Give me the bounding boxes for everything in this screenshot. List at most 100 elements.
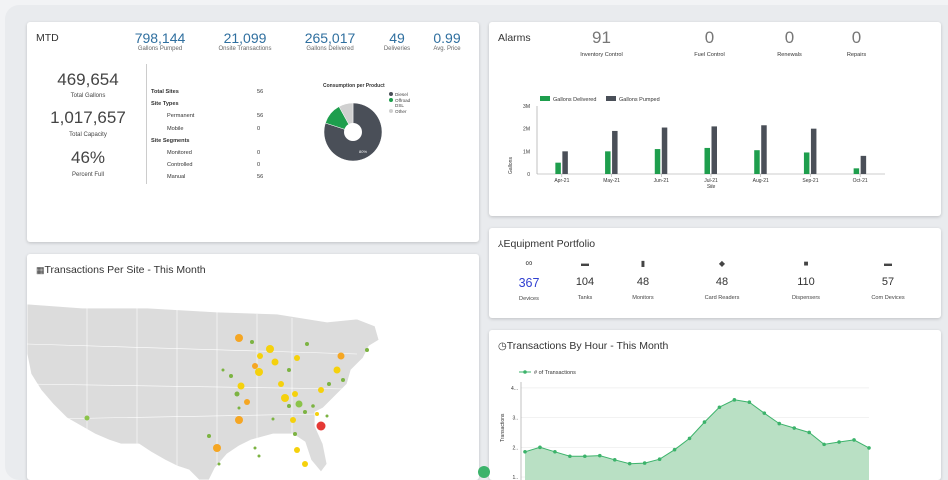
site-marker[interactable] bbox=[290, 417, 296, 423]
area-point[interactable] bbox=[627, 461, 632, 466]
site-marker[interactable] bbox=[287, 368, 291, 372]
legend-swatch bbox=[389, 97, 393, 102]
bar[interactable] bbox=[860, 155, 867, 174]
site-marker[interactable] bbox=[341, 378, 345, 382]
site-marker[interactable] bbox=[294, 447, 300, 453]
bar[interactable] bbox=[803, 152, 810, 174]
site-marker[interactable] bbox=[333, 366, 341, 374]
site-marker[interactable] bbox=[266, 345, 274, 353]
site-marker[interactable] bbox=[295, 400, 303, 408]
site-marker[interactable] bbox=[294, 355, 300, 361]
site-marker[interactable] bbox=[235, 416, 243, 424]
area-point[interactable] bbox=[583, 454, 587, 459]
area-point[interactable] bbox=[553, 449, 557, 454]
site-marker[interactable] bbox=[213, 444, 221, 452]
area-point[interactable] bbox=[523, 449, 527, 454]
site-marker[interactable] bbox=[255, 368, 263, 376]
site-marker[interactable] bbox=[229, 374, 233, 378]
area-point[interactable] bbox=[822, 442, 826, 447]
site-marker[interactable] bbox=[257, 353, 263, 359]
site-marker[interactable] bbox=[252, 363, 258, 369]
equipment-com-devices[interactable]: ▬ 57 Com Devices bbox=[855, 258, 921, 301]
area-point[interactable] bbox=[702, 420, 707, 424]
site-marker[interactable] bbox=[316, 421, 326, 431]
site-marker[interactable] bbox=[325, 414, 329, 418]
site-marker[interactable] bbox=[237, 406, 241, 410]
site-marker[interactable] bbox=[302, 461, 308, 467]
site-marker[interactable] bbox=[292, 391, 298, 397]
site-marker[interactable] bbox=[315, 412, 319, 416]
site-marker[interactable] bbox=[217, 462, 221, 466]
us-map[interactable] bbox=[27, 294, 479, 480]
area-point[interactable] bbox=[852, 438, 856, 442]
bar[interactable] bbox=[562, 151, 568, 174]
site-marker[interactable] bbox=[253, 446, 257, 450]
bar[interactable] bbox=[605, 151, 611, 174]
area-point[interactable] bbox=[687, 436, 692, 441]
site-marker[interactable] bbox=[303, 410, 307, 414]
alarm-renewals[interactable]: 0 Renewals bbox=[757, 28, 822, 58]
bar[interactable] bbox=[661, 127, 668, 174]
equipment-monitors[interactable]: ▮ 48 Monitors bbox=[619, 258, 667, 301]
area-point[interactable] bbox=[762, 411, 767, 415]
bar[interactable] bbox=[555, 162, 561, 174]
site-marker[interactable] bbox=[271, 358, 279, 366]
area-point[interactable] bbox=[792, 426, 797, 430]
legend-label-pumped[interactable]: Gallons Pumped bbox=[619, 97, 660, 103]
legend-label-delivered[interactable]: Gallons Delivered bbox=[553, 97, 596, 103]
scroll-indicator[interactable] bbox=[478, 466, 490, 478]
alarm-inventory-control[interactable]: 91 Inventory Control bbox=[569, 28, 634, 58]
bar[interactable] bbox=[654, 149, 661, 174]
area-point[interactable] bbox=[657, 457, 662, 462]
bar[interactable] bbox=[612, 130, 618, 174]
site-marker[interactable] bbox=[250, 340, 254, 344]
site-marker[interactable] bbox=[234, 391, 240, 397]
area-point[interactable] bbox=[568, 454, 572, 459]
site-marker[interactable] bbox=[318, 387, 324, 393]
site-marker[interactable] bbox=[237, 382, 245, 390]
site-marker[interactable] bbox=[311, 404, 315, 408]
legend-label-transactions[interactable]: # of Transactions bbox=[534, 370, 576, 376]
site-marker[interactable] bbox=[287, 404, 291, 408]
area-point[interactable] bbox=[777, 421, 782, 426]
alarm-repairs[interactable]: 0 Repairs bbox=[824, 28, 889, 58]
area-point[interactable] bbox=[837, 440, 841, 444]
site-marker[interactable] bbox=[365, 348, 369, 352]
site-marker[interactable] bbox=[327, 382, 331, 386]
site-marker[interactable] bbox=[305, 342, 309, 346]
bar[interactable] bbox=[853, 168, 860, 174]
site-marker[interactable] bbox=[207, 434, 211, 438]
area-point[interactable] bbox=[538, 445, 542, 450]
site-marker[interactable] bbox=[278, 381, 284, 387]
area-point[interactable] bbox=[597, 453, 602, 458]
site-marker[interactable] bbox=[337, 352, 345, 360]
site-marker[interactable] bbox=[281, 394, 289, 402]
site-marker[interactable] bbox=[271, 417, 275, 421]
site-marker[interactable] bbox=[84, 415, 90, 421]
legend-other[interactable]: Other bbox=[389, 108, 410, 115]
bar[interactable] bbox=[761, 125, 767, 174]
equipment-tanks[interactable]: ▬ 104 Tanks bbox=[561, 258, 609, 301]
legend-swatch bbox=[389, 108, 393, 113]
alarm-fuel-control[interactable]: 0 Fuel Control bbox=[677, 28, 742, 58]
area-point[interactable] bbox=[807, 430, 811, 435]
site-marker[interactable] bbox=[257, 454, 261, 458]
bar[interactable] bbox=[810, 128, 817, 174]
area-point[interactable] bbox=[867, 446, 871, 450]
area-point[interactable] bbox=[672, 447, 677, 452]
area-point[interactable] bbox=[732, 398, 737, 402]
area-point[interactable] bbox=[747, 400, 752, 404]
equipment-card-readers[interactable]: ◆ 48 Card Readers bbox=[689, 258, 755, 301]
bar[interactable] bbox=[704, 147, 711, 174]
site-marker[interactable] bbox=[221, 368, 225, 372]
area-point[interactable] bbox=[642, 461, 647, 465]
area-point[interactable] bbox=[612, 458, 617, 462]
bar[interactable] bbox=[711, 126, 718, 174]
site-marker[interactable] bbox=[244, 399, 250, 405]
equipment-dispensers[interactable]: ■ 110 Dispensers bbox=[773, 258, 839, 301]
site-marker[interactable] bbox=[293, 432, 297, 436]
bar[interactable] bbox=[754, 150, 760, 174]
area-point[interactable] bbox=[717, 405, 722, 410]
equipment-devices[interactable]: ∞ 367 Devices bbox=[505, 258, 553, 302]
site-marker[interactable] bbox=[235, 334, 243, 342]
